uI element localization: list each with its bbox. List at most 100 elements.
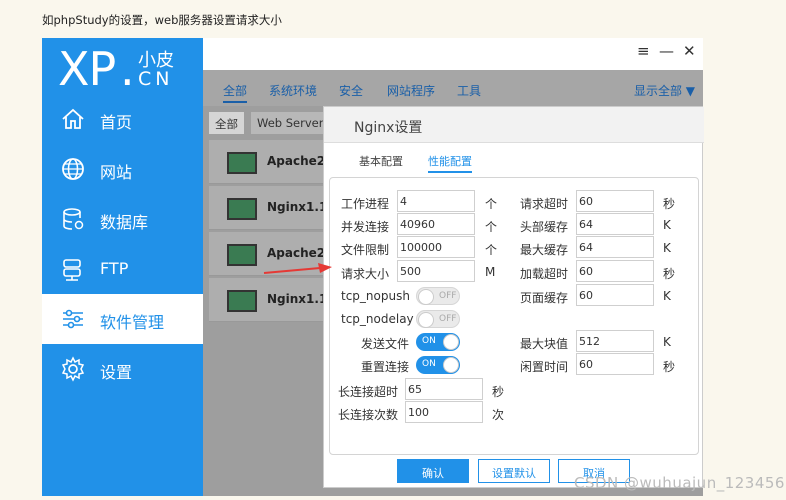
subtab-all[interactable]: 全部: [209, 112, 244, 134]
field-unit: 个: [485, 220, 498, 234]
menu-icon[interactable]: ≡: [637, 42, 650, 60]
dialog-header: Nginx设置: [324, 107, 704, 143]
software-row[interactable]: Nginx1.15: [209, 186, 336, 230]
tcp-nopush-toggle[interactable]: OFF: [416, 287, 460, 305]
gear-icon: [61, 356, 85, 382]
tab-security[interactable]: 安全: [339, 82, 363, 99]
page-caption: 如phpStudy的设置，web服务器设置请求大小: [42, 13, 282, 27]
toggle-knob: [418, 289, 434, 305]
database-icon: [63, 208, 84, 230]
sidebar-item-label: 设置: [100, 363, 133, 382]
monitor-icon: [227, 198, 257, 220]
sidebar-item-database[interactable]: 数据库: [42, 194, 203, 244]
sidebar: XP . 小皮 CN 首页 网站 数据库 FTP 软件管理 设置: [42, 38, 203, 496]
field-label: 长连接次数: [338, 408, 399, 422]
sidebar-item-settings[interactable]: 设置: [42, 344, 203, 394]
field-unit: 秒: [663, 197, 676, 211]
keepalive-timeout-input[interactable]: [405, 378, 483, 400]
tab-all[interactable]: 全部: [223, 82, 248, 103]
field-unit: K: [663, 289, 671, 303]
software-row[interactable]: Apache2.4: [209, 140, 338, 184]
minimize-icon[interactable]: —: [659, 42, 674, 60]
monitor-icon: [227, 152, 257, 174]
sidebar-item-home[interactable]: 首页: [42, 94, 203, 144]
sidebar-item-label: FTP: [100, 259, 129, 278]
sidebar-item-label: 首页: [100, 113, 133, 132]
idle-time-input[interactable]: [576, 353, 654, 375]
close-icon[interactable]: ✕: [683, 42, 696, 60]
confirm-button[interactable]: 确认: [397, 459, 469, 483]
performance-panel: 工作进程 个 并发连接 个 文件限制 个 请求大小 M 请求超时 秒 头部缓存 …: [329, 177, 699, 455]
field-label: 头部缓存: [520, 220, 569, 234]
sidebar-item-label: 软件管理: [100, 313, 165, 332]
ftp-icon: [63, 259, 81, 281]
red-arrow-annotation: [263, 263, 332, 274]
tcp-nodelay-toggle[interactable]: OFF: [416, 310, 460, 328]
request-timeout-input[interactable]: [576, 190, 654, 212]
field-label: 请求大小: [341, 267, 390, 281]
page-buffer-input[interactable]: [576, 284, 654, 306]
toggle-state: ON: [422, 359, 436, 369]
toggle-knob: [418, 312, 434, 328]
set-default-button[interactable]: 设置默认: [478, 459, 550, 483]
tab-webapps[interactable]: 网站程序: [387, 82, 435, 99]
worker-processes-input[interactable]: [397, 190, 475, 212]
field-label: 加载超时: [520, 267, 569, 281]
request-size-input[interactable]: [397, 260, 475, 282]
tab-system[interactable]: 系统环境: [269, 82, 317, 99]
monitor-icon: [227, 244, 257, 266]
header-buffer-input[interactable]: [576, 213, 654, 235]
field-label: 请求超时: [520, 197, 569, 211]
concurrent-connections-input[interactable]: [397, 213, 475, 235]
sidebar-item-ftp[interactable]: FTP: [42, 244, 203, 294]
sidebar-item-software[interactable]: 软件管理: [42, 294, 203, 344]
field-unit: 秒: [663, 267, 676, 281]
dialog-title: Nginx设置: [354, 120, 423, 136]
logo-xp: XP: [58, 42, 116, 96]
category-tabs: 全部 系统环境 安全 网站程序 工具 显示全部 ▼: [203, 70, 703, 106]
toggle-state: OFF: [439, 314, 457, 324]
toggle-label: tcp_nodelay: [341, 312, 414, 326]
tab-tools[interactable]: 工具: [457, 82, 481, 99]
toggle-label: 重置连接: [361, 360, 410, 374]
field-unit: K: [663, 335, 671, 349]
show-all-dropdown[interactable]: 显示全部 ▼: [634, 82, 695, 99]
toggle-label: 发送文件: [361, 337, 410, 351]
reset-connection-toggle[interactable]: ON: [416, 356, 460, 374]
max-chunk-input[interactable]: [576, 330, 654, 352]
nginx-settings-dialog: Nginx设置 基本配置 性能配置 工作进程 个 并发连接 个 文件限制 个 请…: [323, 106, 704, 488]
sidebar-item-label: 网站: [100, 163, 133, 182]
field-unit: 次: [492, 408, 505, 422]
field-unit: K: [663, 218, 671, 232]
field-label: 工作进程: [341, 197, 390, 211]
tab-performance-config[interactable]: 性能配置: [428, 153, 472, 173]
sidebar-item-website[interactable]: 网站: [42, 144, 203, 194]
sliders-icon: [63, 309, 83, 329]
home-icon: [62, 108, 84, 129]
field-unit: 个: [485, 197, 498, 211]
sendfile-toggle[interactable]: ON: [416, 333, 460, 351]
monitor-icon: [227, 290, 257, 312]
tab-basic-config[interactable]: 基本配置: [359, 153, 403, 169]
field-label: 最大缓存: [520, 243, 569, 257]
field-unit: 秒: [663, 360, 676, 374]
field-label: 闲置时间: [520, 360, 569, 374]
field-unit: 个: [485, 243, 498, 257]
field-label: 长连接超时: [338, 385, 399, 399]
keepalive-requests-input[interactable]: [405, 401, 483, 423]
logo-cn: CN: [138, 68, 174, 90]
field-label: 页面缓存: [520, 291, 569, 305]
globe-icon: [62, 158, 84, 180]
toggle-state: ON: [422, 336, 436, 346]
field-unit: K: [663, 241, 671, 255]
field-unit: 秒: [492, 385, 505, 399]
title-bar: ≡ — ✕: [203, 38, 703, 70]
field-label: 并发连接: [341, 220, 390, 234]
watermark: CSDN @wuhuajun_123456: [574, 474, 785, 492]
load-timeout-input[interactable]: [576, 260, 654, 282]
toggle-state: OFF: [439, 291, 457, 301]
field-label: 最大块值: [520, 337, 569, 351]
file-limit-input[interactable]: [397, 236, 475, 258]
software-row[interactable]: Nginx1.16: [209, 278, 336, 322]
max-buffer-input[interactable]: [576, 236, 654, 258]
